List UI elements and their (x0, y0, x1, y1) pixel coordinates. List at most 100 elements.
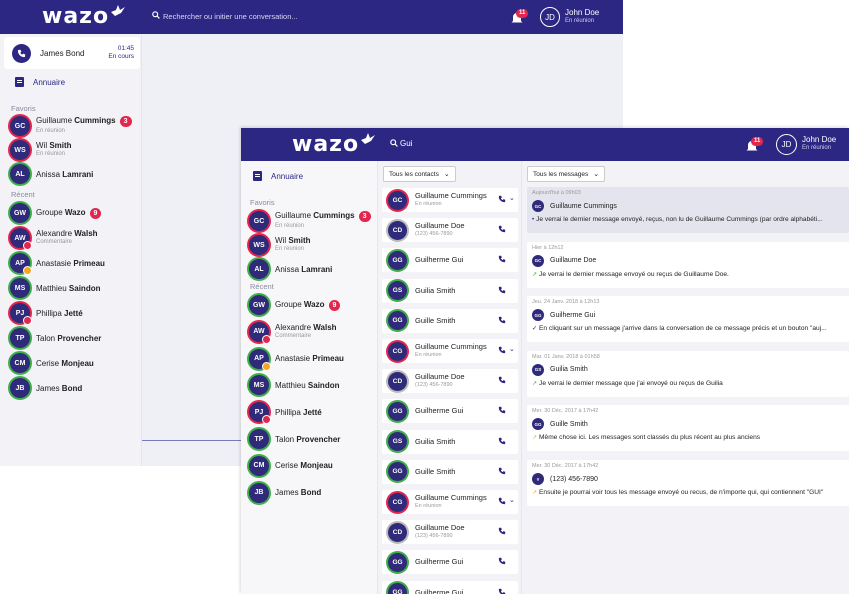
contact-result-card[interactable]: CG Guillaume Cummings En réunion ⌄ (382, 339, 518, 363)
contact-item[interactable]: TP Talon Provencher (249, 428, 340, 450)
contact-result-card[interactable]: CD Guillaume Doe (123) 456-7890 (382, 218, 518, 243)
contact-info: Talon Provencher (275, 435, 340, 444)
contact-item[interactable]: CM Cerise Monjeau (249, 455, 333, 477)
contacts-filter-dropdown[interactable]: Tous les contacts ⌄ (383, 166, 456, 182)
contact-result-card[interactable]: GG Guilherme Gui (382, 580, 518, 594)
contact-item[interactable]: PJ Phillipa Jetté (249, 401, 322, 425)
contact-item[interactable]: AL Anissa Lamrani (249, 258, 332, 280)
directory-link[interactable]: Annuaire (253, 171, 303, 181)
user-avatar[interactable]: JD (776, 134, 797, 155)
contact-info: Matthieu Saindon (36, 284, 100, 293)
contact-item[interactable]: AP Anastasie Primeau (10, 252, 105, 275)
message-result-card[interactable]: Mer. 30 Déc. 2017 à 17h42 # (123) 456-7890… (527, 460, 849, 506)
contact-item[interactable]: MS Matthieu Saindon (10, 277, 100, 299)
avatar: GG (388, 552, 407, 572)
contact-result-card[interactable]: GG Guille Smith (382, 459, 518, 484)
contact-status: En réunion (275, 246, 305, 252)
contact-item[interactable]: PJ Phillipa Jetté (10, 302, 83, 325)
contact-result-card[interactable]: GS Guilia Smith (382, 429, 518, 454)
contact-name: Guillaume Doe (415, 372, 465, 382)
search-icon[interactable] (152, 11, 160, 19)
search-input[interactable]: Rechercher ou initier une conversation..… (163, 12, 298, 21)
contact-name: Guilia Smith (415, 436, 456, 446)
phone-icon[interactable] (498, 255, 506, 263)
contact-item[interactable]: AW Alexandre Walsh Commentaire (249, 321, 337, 344)
contact-info: Cerise Monjeau (36, 359, 94, 368)
contact-info: Anissa Lamrani (275, 265, 332, 274)
contact-item[interactable]: MS Matthieu Saindon (249, 374, 339, 396)
message-result-card[interactable]: Hier à 12h12 GC Guillaume Doe ↗ Je verrai le… (527, 241, 849, 288)
phone-icon[interactable] (498, 376, 506, 384)
contact-item[interactable]: CM Cerise Monjeau (10, 352, 94, 374)
avatar: GW (10, 203, 30, 223)
sidebar: Annuaire Favoris GC Guillaume Cummings 3 En… (241, 161, 378, 594)
message-status-icon: ↗ (532, 380, 538, 387)
contact-item[interactable]: WS Wil Smith En réunion (249, 234, 311, 256)
phone-icon[interactable] (498, 346, 506, 354)
phone-icon[interactable] (498, 527, 506, 535)
phone-icon[interactable] (498, 225, 506, 233)
contact-name: Anissa Lamrani (275, 264, 333, 274)
contact-item[interactable]: GW Groupe Wazo 9 (249, 294, 341, 316)
message-result-card[interactable]: Mar. 01 Janv. 2018 à 01h58 GS Guilia Smith… (527, 350, 849, 397)
phone-icon[interactable] (498, 588, 506, 594)
contact-item[interactable]: GC Guillaume Cummings 3 En réunion (10, 115, 132, 137)
contact-result-card[interactable]: GC Guillaume Cummings En réunion ⌄ (382, 188, 518, 212)
phone-icon[interactable] (498, 437, 506, 445)
search-input[interactable]: Gui (400, 139, 412, 148)
contact-result-card[interactable]: CD Guillaume Doe (123) 456-7890 (382, 369, 518, 394)
message-sender: GC Guillaume Cummings (532, 200, 617, 212)
contact-result-card[interactable]: CD Guillaume Doe (123) 456-7890 (382, 520, 518, 545)
sender-name: Guillaume Doe (550, 257, 597, 265)
contact-result-card[interactable]: GG Guilherme Gui (382, 550, 518, 575)
user-avatar[interactable]: JD (540, 7, 560, 27)
phone-icon[interactable] (498, 497, 506, 505)
directory-link[interactable]: Annuaire (15, 77, 65, 87)
search-icon[interactable] (390, 139, 398, 147)
contact-item[interactable]: GW Groupe Wazo 9 (10, 202, 102, 224)
contact-item[interactable]: AW Alexandre Walsh Commentaire (10, 227, 98, 250)
status-indicator (23, 266, 32, 275)
contact-result-card[interactable]: GG Guille Smith (382, 308, 518, 333)
contact-result-card[interactable]: GG Guilherme Gui (382, 248, 518, 273)
contact-item[interactable]: GC Guillaume Cummings 3 En réunion (249, 210, 371, 232)
contact-result-card[interactable]: GS Guilia Smith (382, 278, 518, 303)
contact-result-card[interactable]: GG Guilherme Gui (382, 399, 518, 424)
unread-badge: 3 (119, 116, 132, 127)
messages-results: Tous les messages ⌄ Aujourd'hui à 09h03 GC… (522, 161, 849, 594)
message-result-card[interactable]: Mer. 30 Déc. 2017 à 17h42 GG Guille Smith ↗… (527, 405, 849, 452)
phone-icon[interactable] (498, 557, 506, 565)
chevron-down-icon[interactable]: ⌄ (509, 194, 515, 202)
contact-info: Guille Smith (415, 467, 455, 476)
message-result-card[interactable]: Aujourd'hui à 09h03 GC Guillaume Cummings •… (527, 187, 849, 233)
phone-icon[interactable] (498, 195, 506, 203)
message-date: Jeu. 24 Janv. 2018 à 12h13 (532, 299, 600, 306)
active-call-card[interactable]: James Bond 01:45 En cours (4, 37, 140, 69)
message-date: Mar. 01 Janv. 2018 à 01h58 (532, 353, 600, 360)
user-status: En réunion (565, 18, 595, 24)
contact-status: (123) 456-7890 (415, 231, 453, 238)
messages-filter-dropdown[interactable]: Tous les messages ⌄ (527, 166, 606, 182)
status-indicator (23, 316, 32, 325)
contact-item[interactable]: TP Talon Provencher (10, 327, 101, 349)
contact-item[interactable]: AP Anastasie Primeau (249, 348, 344, 371)
contact-item[interactable]: JB James Bond (249, 482, 321, 504)
contact-item[interactable]: WS Wil Smith En réunion (10, 139, 72, 161)
contact-name: Cerise Monjeau (36, 358, 94, 368)
phone-icon[interactable] (498, 467, 506, 475)
chevron-down-icon[interactable]: ⌄ (509, 496, 515, 504)
phone-icon[interactable] (498, 286, 506, 294)
phone-icon[interactable] (498, 316, 506, 324)
contact-item[interactable]: AL Anissa Lamrani (10, 163, 93, 185)
chevron-down-icon[interactable]: ⌄ (509, 345, 515, 353)
front-window: wazo Gui 11 JD John Doe En réunion Annua… (241, 128, 849, 594)
phone-icon[interactable] (498, 406, 506, 414)
contact-result-card[interactable]: CG Guillaume Cummings En réunion ⌄ (382, 490, 518, 514)
contact-item[interactable]: JB James Bond (10, 377, 82, 399)
message-result-card[interactable]: Jeu. 24 Janv. 2018 à 12h13 GG Guilherme Gu… (527, 296, 849, 343)
notification-count: 11 (751, 137, 764, 146)
address-book-icon (15, 77, 24, 87)
message-status-icon: ↗ (532, 271, 538, 278)
avatar: MS (10, 278, 30, 298)
contact-info: Alexandre Walsh Commentaire (275, 323, 337, 341)
